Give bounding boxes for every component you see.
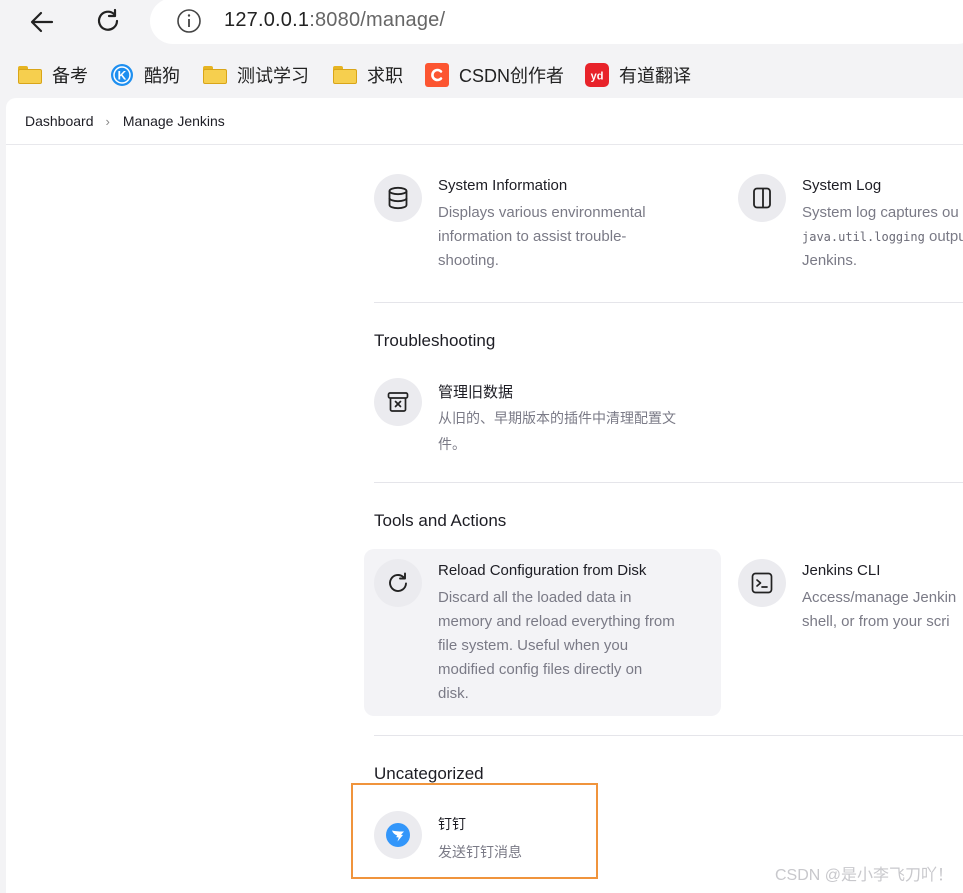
item-description: Displays various environmental informati… (438, 201, 698, 273)
item-description: 发送钉钉消息 (438, 844, 522, 860)
system-log-link[interactable]: System Log System log captures ou java.u… (738, 170, 963, 280)
desc-line: System log captures ou (802, 204, 959, 221)
section-title-tools: Tools and Actions (374, 511, 507, 530)
item-title: 钉钉 (438, 816, 466, 832)
desc-line: shell, or from your scri (802, 613, 950, 630)
youdao-icon: yd (585, 63, 609, 87)
desc-line: Displays various environmental (438, 204, 646, 221)
item-title: Jenkins CLI (802, 562, 881, 579)
item-title: System Log (802, 177, 882, 194)
desc-line: memory and reload everything from (438, 613, 675, 630)
desc-line: modified config files directly on (438, 661, 643, 678)
section-title-troubleshooting: Troubleshooting (374, 331, 496, 350)
bookmarks-bar: 备考 K 酷狗 测试学习 求职 CSDN创作者 yd 有道翻译 (0, 54, 963, 94)
section-divider (374, 482, 963, 483)
back-button[interactable] (24, 4, 60, 40)
breadcrumb-dashboard[interactable]: Dashboard (6, 113, 94, 129)
bookmark-label: 有道翻译 (619, 66, 691, 86)
bookmark-kugou[interactable]: K 酷狗 (110, 62, 180, 88)
folder-icon (203, 64, 227, 86)
item-description: Access/manage Jenkin shell, or from your… (802, 586, 963, 634)
bookmark-label: 求职 (367, 66, 403, 86)
breadcrumb: Dashboard › Manage Jenkins (6, 98, 963, 145)
url-path: :8080/manage/ (309, 9, 446, 31)
archive-delete-icon (374, 378, 422, 426)
arrow-left-icon (30, 11, 54, 33)
database-icon (374, 174, 422, 222)
desc-line: shooting. (438, 252, 499, 269)
dingtalk-link[interactable]: 钉钉 发送钉钉消息 (374, 807, 574, 867)
jenkins-page: Dashboard › Manage Jenkins System Inform… (6, 98, 963, 893)
log-panel-icon (738, 174, 786, 222)
bookmark-label: 备考 (52, 66, 88, 86)
bookmark-csdn[interactable]: CSDN创作者 (425, 62, 564, 88)
reload-icon (374, 559, 422, 607)
url-text[interactable]: 127.0.0.1:8080/manage/ (224, 9, 445, 32)
bookmark-label: 测试学习 (237, 66, 309, 86)
desc-line: file system. Useful when you (438, 637, 629, 654)
reload-button[interactable] (90, 4, 126, 40)
bookmark-youdao[interactable]: yd 有道翻译 (585, 62, 691, 88)
bookmark-qiuzhi[interactable]: 求职 (333, 62, 403, 88)
desc-line: Jenkins. (802, 252, 858, 269)
svg-text:K: K (118, 69, 127, 83)
item-description: Discard all the loaded data in memory an… (438, 586, 718, 706)
desc-line: Discard all the loaded data in (438, 589, 632, 606)
system-information-link[interactable]: System Information Displays various envi… (374, 170, 694, 280)
jenkins-cli-link[interactable]: Jenkins CLI Access/manage Jenkin shell, … (738, 555, 963, 645)
bookmark-label: CSDN创作者 (459, 66, 565, 86)
desc-text: outpu (924, 228, 963, 245)
item-title: 管理旧数据 (438, 384, 514, 401)
bookmark-beikao[interactable]: 备考 (18, 62, 88, 88)
item-description: 从旧的、早期版本的插件中清理配置文 件。 (438, 405, 708, 457)
item-title: System Information (438, 177, 568, 194)
refresh-icon (97, 8, 119, 31)
reload-configuration-link[interactable]: Reload Configuration from Disk Discard a… (374, 555, 714, 705)
section-divider (374, 735, 963, 736)
desc-line: information to assist trouble- (438, 228, 627, 245)
svg-text:yd: yd (591, 71, 604, 83)
folder-icon (18, 64, 42, 86)
desc-line: Access/manage Jenkin (802, 589, 957, 606)
folder-icon (333, 64, 357, 86)
dingtalk-icon (374, 811, 422, 859)
bookmark-label: 酷狗 (144, 66, 180, 86)
desc-line: java.util.logging outpu (802, 225, 963, 249)
desc-line: disk. (438, 685, 469, 702)
item-description: System log captures ou java.util.logging… (802, 201, 963, 273)
desc-code: java.util.logging (802, 230, 925, 244)
section-title-uncategorized: Uncategorized (374, 764, 484, 783)
watermark: CSDN @是小李飞刀吖！ (774, 867, 953, 884)
browser-toolbar: 127.0.0.1:8080/manage/ (0, 0, 963, 48)
breadcrumb-manage-jenkins[interactable]: Manage Jenkins (104, 113, 225, 129)
csdn-icon (425, 63, 449, 87)
site-info-icon[interactable] (176, 8, 202, 39)
terminal-icon (738, 559, 786, 607)
bookmark-ceshixuexi[interactable]: 测试学习 (203, 62, 309, 88)
section-divider (374, 302, 963, 303)
kugou-icon: K (110, 64, 134, 86)
url-host: 127.0.0.1 (224, 9, 310, 31)
desc-line: 从旧的、早期版本的插件中清理配置文 (438, 410, 676, 426)
manage-old-data-link[interactable]: 管理旧数据 从旧的、早期版本的插件中清理配置文 件。 (374, 374, 704, 464)
item-title: Reload Configuration from Disk (438, 562, 647, 579)
desc-line: 件。 (438, 436, 466, 452)
